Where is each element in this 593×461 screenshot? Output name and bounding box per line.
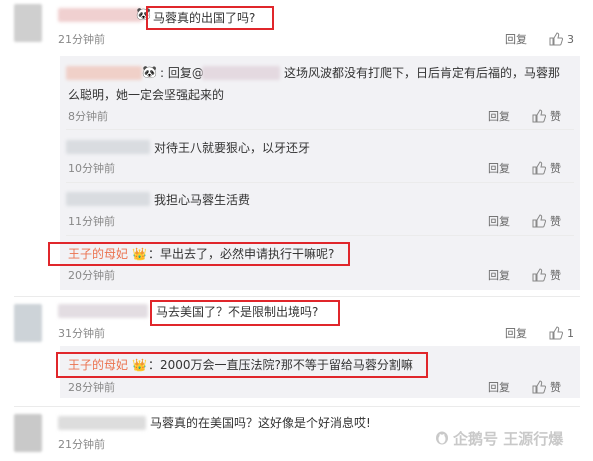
reply-text: 这场风波都没有打爬下，日后肯定有后福的，马蓉那 [284, 66, 561, 80]
username-blurred[interactable] [66, 66, 142, 80]
avatar[interactable] [14, 414, 42, 452]
comment-text: 马蓉真的出国了吗? [153, 11, 256, 25]
divider [66, 235, 574, 236]
like-label[interactable]: 赞 [550, 381, 561, 395]
divider [66, 182, 574, 183]
vip-crown-icon: 👑 [132, 247, 147, 261]
username-blurred[interactable] [66, 192, 150, 206]
avatar[interactable] [14, 4, 42, 42]
like-icon[interactable] [532, 214, 546, 228]
divider [66, 129, 574, 130]
comment-text: 马蓉真的在美国吗？这好像是个好消息哎! [150, 416, 371, 430]
like-icon[interactable] [532, 109, 546, 123]
reply-username[interactable]: 王子的母妃 [68, 246, 128, 262]
like-icon[interactable] [532, 161, 546, 175]
like-icon[interactable] [549, 32, 563, 46]
comment-text: 马去美国了？不是限制出境吗? [156, 305, 319, 319]
like-count[interactable]: 1 [567, 327, 574, 341]
like-icon[interactable] [532, 268, 546, 282]
comment-time: 21分钟前 [58, 438, 105, 451]
like-count[interactable]: 3 [567, 33, 574, 47]
like-icon[interactable] [532, 380, 546, 394]
avatar[interactable] [14, 304, 42, 342]
reply-text: ：2000万会一直压法院?那不等于留给马蓉分割嘛 [148, 358, 413, 372]
reply-button[interactable]: 回复 [488, 162, 510, 176]
divider [14, 296, 580, 297]
reply-text: 对待王八就要狠心，以牙还牙 [154, 141, 311, 155]
username-blurred[interactable] [66, 140, 150, 154]
like-label[interactable]: 赞 [550, 215, 561, 229]
mention-blurred[interactable] [202, 66, 280, 80]
reply-text-line2: 么聪明，她一定会坚强起来的 [68, 88, 225, 102]
like-label[interactable]: 赞 [550, 162, 561, 176]
reply-time: 28分钟前 [68, 381, 115, 394]
reply-time: 11分钟前 [68, 215, 115, 228]
like-label[interactable]: 赞 [550, 110, 561, 124]
reply-time: 10分钟前 [68, 162, 115, 175]
comment-time: 31分钟前 [58, 327, 105, 340]
reply-time: 20分钟前 [68, 269, 115, 282]
reply-text: ：早出去了，必然申请执行干嘛呢? [148, 247, 335, 261]
reply-text: 我担心马蓉生活费 [154, 193, 251, 207]
username-blurred[interactable] [58, 8, 142, 22]
username-blurred[interactable] [58, 304, 148, 318]
reply-prefix: : 回复@ [160, 66, 204, 80]
reply-list: 🐼 : 回复@ 这场风波都没有打爬下，日后肯定有后福的，马蓉那 么聪明，她一定会… [48, 56, 580, 290]
comment-time: 21分钟前 [58, 33, 105, 46]
like-label[interactable]: 赞 [550, 269, 561, 283]
username-blurred[interactable] [58, 416, 146, 430]
panda-emoji: 🐼 [142, 65, 157, 79]
reply-button[interactable]: 回复 [505, 33, 527, 47]
reply-button[interactable]: 回复 [488, 215, 510, 229]
watermark: 企鹅号 王源行爆 [453, 430, 564, 448]
reply-button[interactable]: 回复 [488, 269, 510, 283]
reply-username[interactable]: 王子的母妃 [68, 357, 128, 373]
reply-time: 8分钟前 [68, 110, 108, 123]
like-icon[interactable] [549, 326, 563, 340]
reply-button[interactable]: 回复 [488, 381, 510, 395]
reply-button[interactable]: 回复 [505, 327, 527, 341]
penguin-logo-icon [436, 431, 448, 445]
divider [14, 406, 580, 407]
reply-button[interactable]: 回复 [488, 110, 510, 124]
reply-list: 王子的母妃 👑 ：2000万会一直压法院?那不等于留给马蓉分割嘛 28分钟前 回… [56, 346, 580, 398]
vip-crown-icon: 👑 [132, 358, 147, 372]
